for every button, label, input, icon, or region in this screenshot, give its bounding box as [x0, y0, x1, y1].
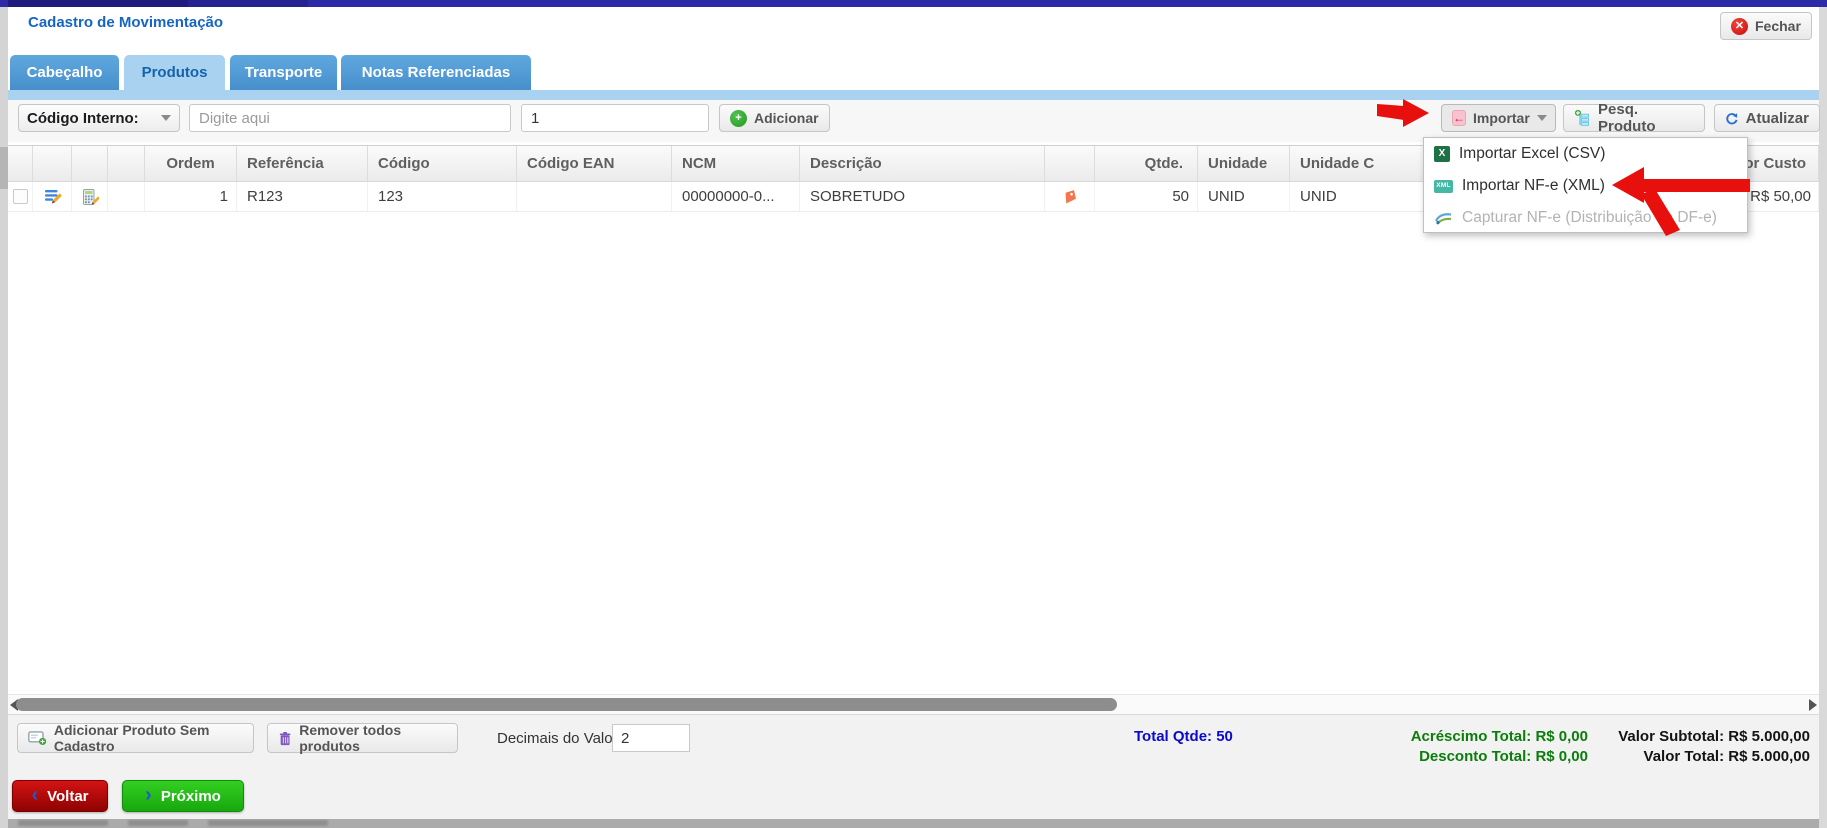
valor-total: Valor Total: R$ 5.000,00 [1618, 747, 1810, 767]
row-edit-cell [33, 182, 72, 211]
browser-top-edge [0, 0, 1827, 7]
col-calc [72, 146, 108, 181]
tag-icon [1060, 187, 1080, 207]
codigo-interno-select[interactable]: Código Interno: [18, 104, 180, 132]
tab-transporte[interactable]: Transporte [230, 55, 337, 90]
totals-green: Acréscimo Total: R$ 0,00 Desconto Total:… [1411, 727, 1588, 767]
trash-icon [278, 730, 292, 747]
acrescimo-total: Acréscimo Total: R$ 0,00 [1411, 727, 1588, 747]
col-qtde[interactable]: Qtde. [1095, 146, 1198, 181]
desconto-total: Desconto Total: R$ 0,00 [1411, 747, 1588, 767]
menu-item-importar-nfe-xml[interactable]: XML Importar NF-e (XML) [1424, 170, 1747, 202]
row-checkbox[interactable] [13, 189, 28, 204]
plus-icon: + [730, 110, 747, 127]
chevron-left-icon: ‹ [31, 785, 38, 805]
row-referencia: R123 [237, 182, 368, 211]
col-codigo[interactable]: Código [368, 146, 517, 181]
col-unidade[interactable]: Unidade [1198, 146, 1290, 181]
footer-panel: Adicionar Produto Sem Cadastro Remover t… [8, 714, 1819, 819]
row-codigo-ean [517, 182, 672, 211]
remove-all-products-button[interactable]: Remover todos produtos [267, 723, 458, 753]
row-select-cell [8, 182, 33, 211]
col-extra [108, 146, 145, 181]
total-qty: Total Qtde: 50 [1134, 728, 1233, 745]
chevron-down-icon [161, 115, 171, 121]
product-list-icon [1574, 109, 1591, 127]
row-ncm: 00000000-0... [672, 182, 800, 211]
row-unidade: UNID [1198, 182, 1290, 211]
col-ordem[interactable]: Ordem [145, 146, 237, 181]
totals-black: Valor Subtotal: R$ 5.000,00 Valor Total:… [1618, 727, 1810, 767]
page-bottom-edge [8, 819, 1819, 828]
horizontal-scrollbar [8, 694, 1819, 714]
back-button[interactable]: ‹ Voltar [12, 780, 108, 812]
excel-icon: X [1434, 146, 1450, 162]
add-button[interactable]: + Adicionar [719, 104, 830, 132]
row-ordem: 1 [145, 182, 237, 211]
row-descricao: SOBRETUDO [800, 182, 1045, 211]
menu-item-capturar-nfe-dfe: Capturar NF-e (Distribuição de DF-e) [1424, 202, 1747, 234]
close-icon: ✕ [1731, 18, 1748, 35]
nfe-capture-icon [1434, 210, 1453, 226]
page-right-edge [1819, 7, 1827, 828]
cadastro-movimentacao-window: Cadastro de Movimentação ✕ Fechar Cabeça… [0, 0, 1827, 828]
col-codigo-ean[interactable]: Código EAN [517, 146, 672, 181]
col-unidade-c[interactable]: Unidade C [1290, 146, 1445, 181]
tab-notas-referenciadas[interactable]: Notas Referenciadas [341, 55, 531, 90]
row-tag-cell [1045, 182, 1095, 211]
next-button[interactable]: › Próximo [122, 780, 244, 812]
import-dropdown-menu: X Importar Excel (CSV) XML Importar NF-e… [1423, 137, 1748, 233]
menu-item-importar-excel-csv[interactable]: X Importar Excel (CSV) [1424, 138, 1747, 170]
row-calc-cell [72, 182, 108, 211]
refresh-button[interactable]: Atualizar [1714, 104, 1820, 132]
row-codigo: 123 [368, 182, 517, 211]
active-tab-strip [8, 90, 1819, 100]
import-button[interactable]: ← Importar [1441, 104, 1556, 132]
col-tag [1045, 146, 1095, 181]
import-arrow-icon: ← [1452, 110, 1466, 126]
refresh-icon [1725, 109, 1739, 128]
tab-produtos[interactable]: Produtos [124, 55, 225, 90]
page-left-edge [0, 7, 8, 828]
chevron-down-icon [1537, 115, 1547, 121]
scroll-right-icon[interactable] [1809, 699, 1817, 711]
xml-icon: XML [1434, 180, 1453, 193]
col-descricao[interactable]: Descrição [800, 146, 1045, 181]
valor-subtotal: Valor Subtotal: R$ 5.000,00 [1618, 727, 1810, 747]
calculator-icon[interactable] [81, 188, 99, 206]
quantity-input[interactable] [521, 104, 709, 132]
row-unidade-c: UNID [1290, 182, 1445, 211]
close-label: Fechar [1755, 18, 1801, 34]
col-select [8, 146, 33, 181]
products-toolbar: Código Interno: + Adicionar ← Importar [8, 100, 1819, 142]
col-referencia[interactable]: Referência [237, 146, 368, 181]
search-product-button[interactable]: Pesq. Produto [1563, 104, 1705, 132]
decimals-input[interactable] [612, 724, 690, 752]
scrollbar-thumb[interactable] [16, 698, 1117, 711]
decimals-label: Decimais do Valor: [497, 730, 622, 747]
page-title: Cadastro de Movimentação [28, 14, 223, 31]
product-search-input[interactable] [189, 104, 511, 132]
row-qtde: 50 [1095, 182, 1198, 211]
col-edit [33, 146, 72, 181]
card-plus-icon [28, 729, 47, 747]
add-product-no-registration-button[interactable]: Adicionar Produto Sem Cadastro [17, 723, 254, 753]
edit-icon[interactable] [43, 187, 62, 206]
tab-cabecalho[interactable]: Cabeçalho [10, 55, 119, 90]
chevron-right-icon: › [145, 785, 152, 805]
col-ncm[interactable]: NCM [672, 146, 800, 181]
close-button[interactable]: ✕ Fechar [1720, 12, 1812, 40]
